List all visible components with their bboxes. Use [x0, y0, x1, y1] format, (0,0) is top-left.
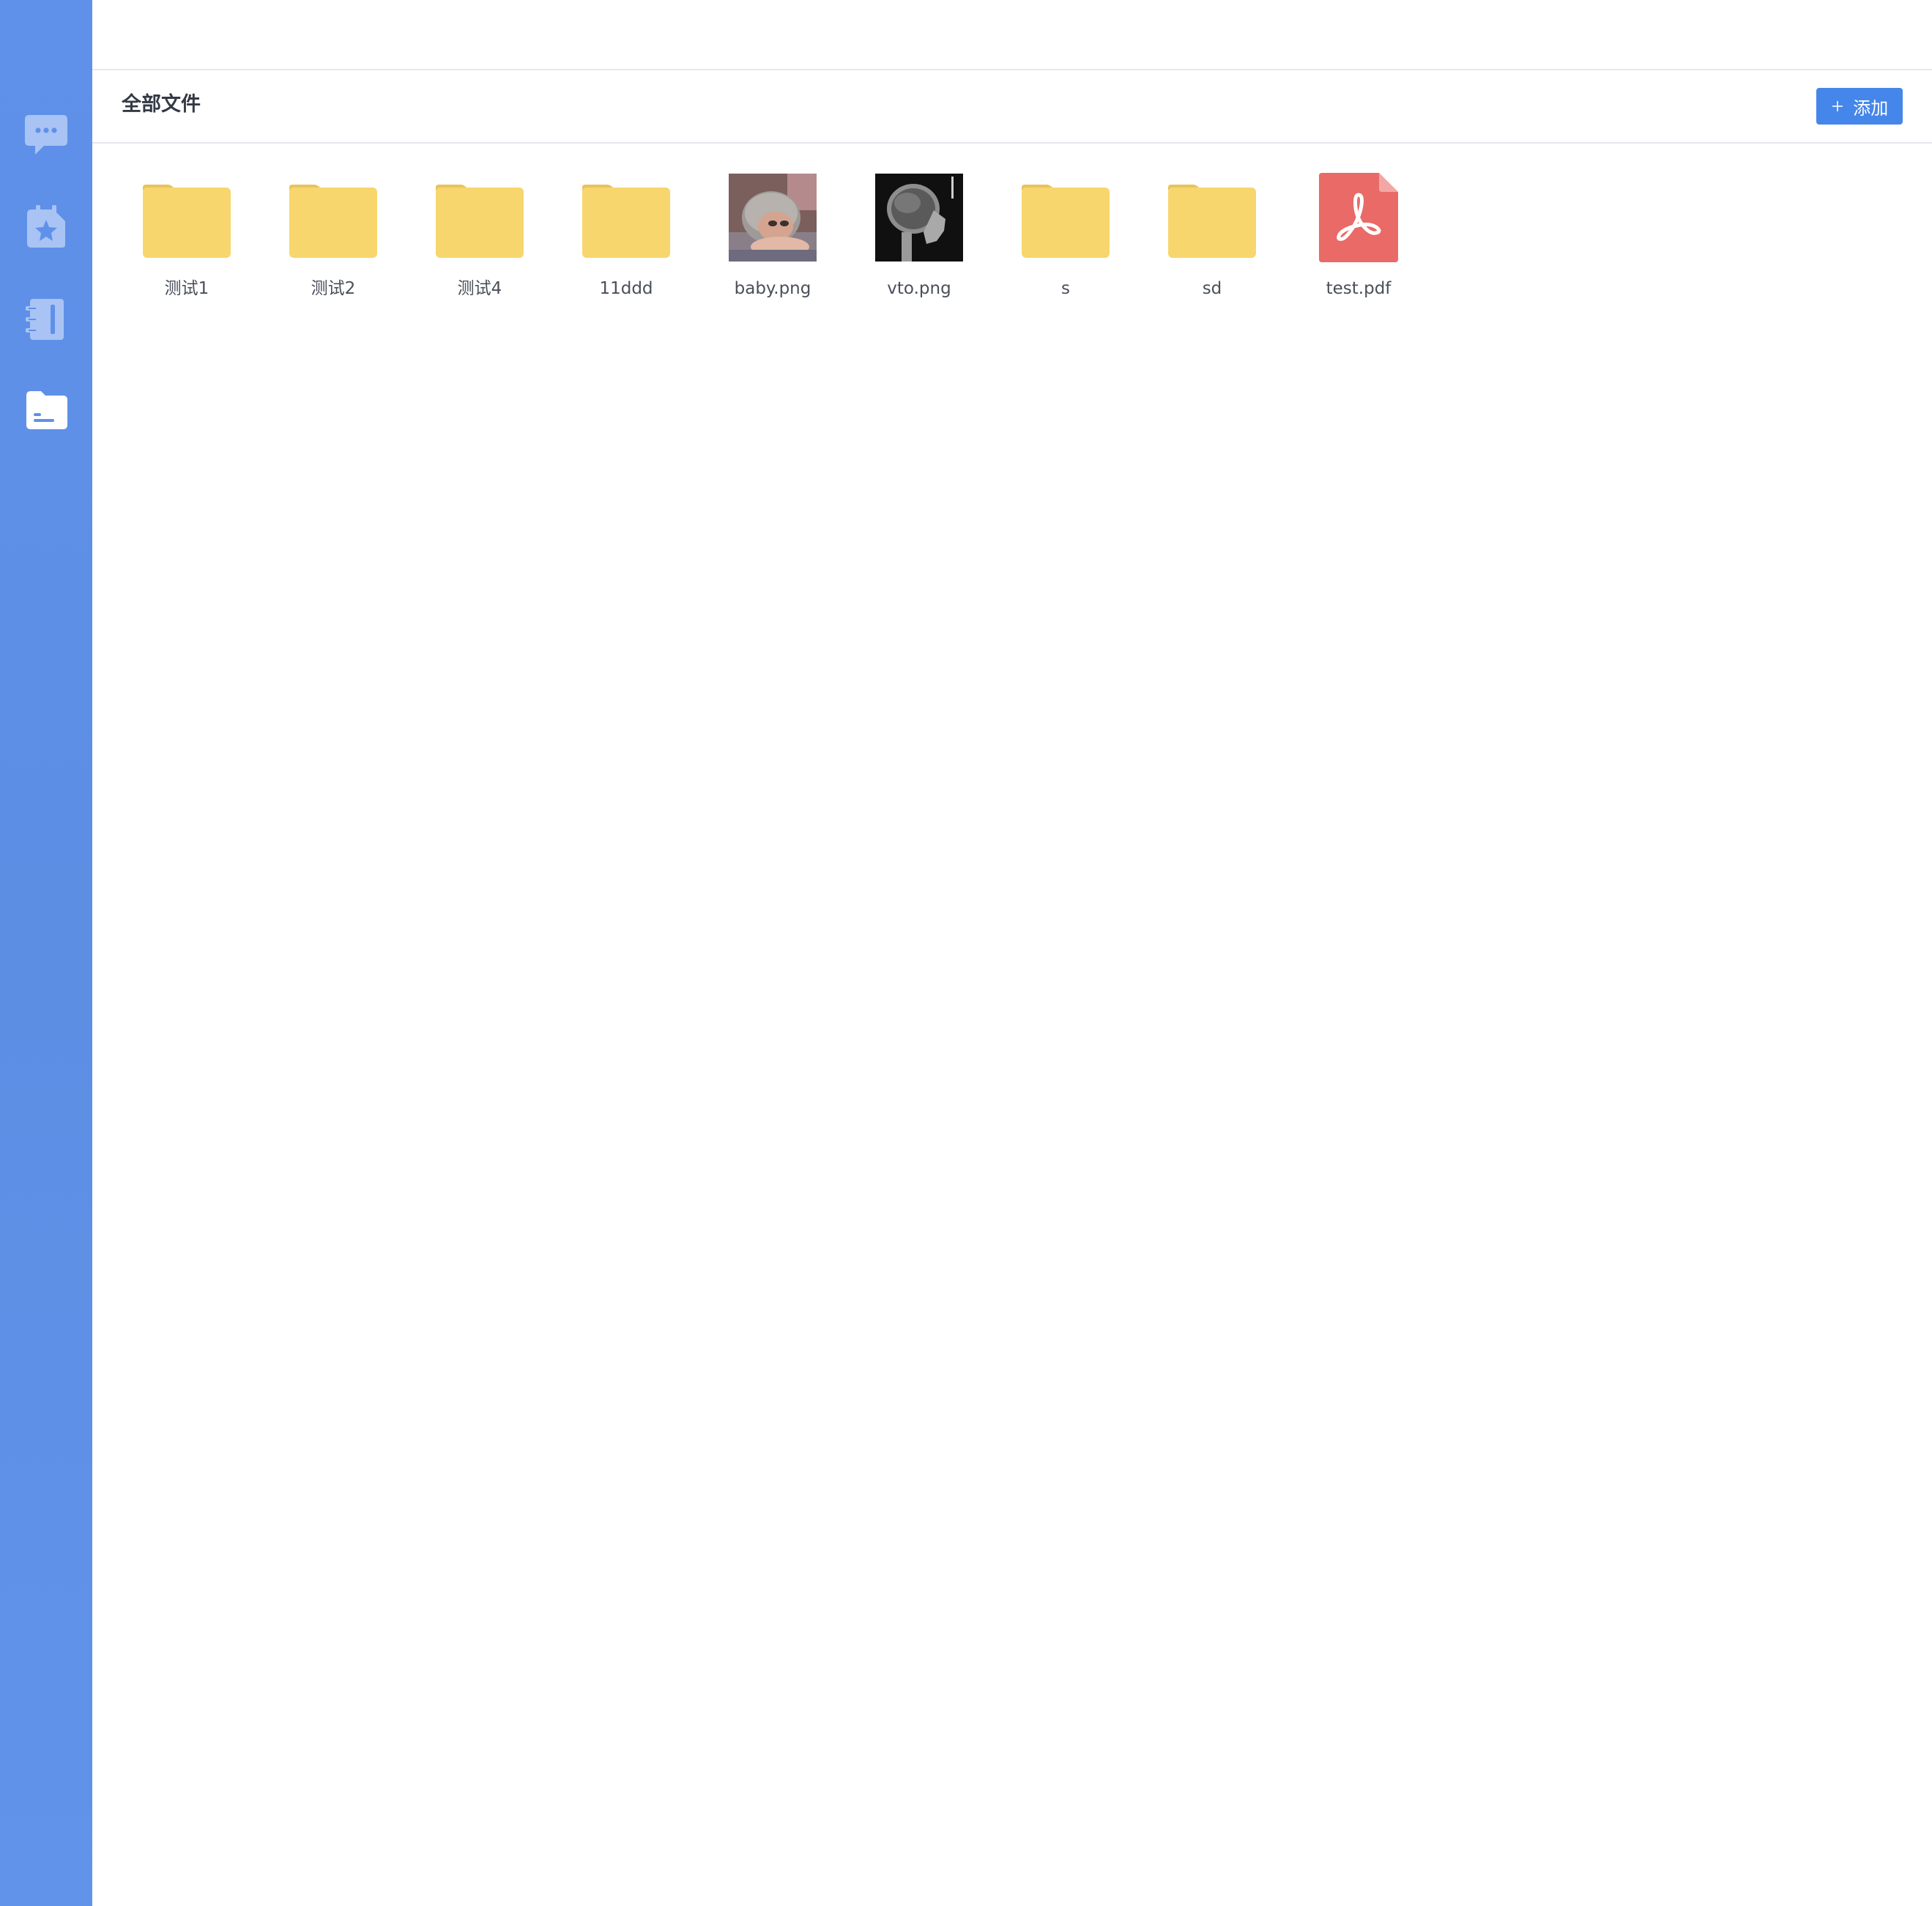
notebook-icon [26, 299, 64, 340]
chat-bubble-icon [25, 115, 67, 155]
folder-icon [143, 173, 231, 262]
file-item[interactable]: sd [1139, 173, 1285, 305]
folder-file-icon [26, 391, 67, 429]
file-name: 测试1 [164, 279, 209, 298]
sidebar-item-notebook[interactable] [0, 283, 92, 356]
sidebar-item-files[interactable] [0, 374, 92, 447]
file-name: baby.png [734, 279, 811, 298]
file-item[interactable]: 测试2 [260, 173, 406, 305]
file-name: sd [1202, 279, 1222, 298]
file-name: vto.png [887, 279, 951, 298]
file-item[interactable]: vto.png [846, 173, 992, 305]
file-item[interactable]: s [992, 173, 1139, 305]
sidebar-item-starred[interactable] [0, 190, 92, 264]
image-thumbnail [875, 173, 963, 262]
folder-icon [1168, 173, 1256, 262]
file-item[interactable]: 11ddd [553, 173, 699, 305]
folder-icon [436, 173, 524, 262]
pdf-file-icon [1315, 173, 1402, 262]
star-tag-icon [27, 205, 65, 248]
top-bar [92, 0, 1932, 70]
add-button-label: 添加 [1853, 97, 1889, 119]
folder-icon [289, 173, 377, 262]
file-name: s [1061, 279, 1070, 298]
sidebar-item-messages[interactable] [0, 98, 92, 171]
subheader: 全部文件 + 添加 [92, 70, 1932, 144]
folder-icon [582, 173, 670, 262]
sidebar [0, 0, 92, 1906]
plus-icon: + [1830, 97, 1845, 116]
file-name: test.pdf [1326, 279, 1392, 298]
file-name: 测试4 [457, 279, 502, 298]
file-item[interactable]: 测试1 [114, 173, 260, 305]
folder-icon [1022, 173, 1110, 262]
file-item[interactable]: 测试4 [406, 173, 553, 305]
app-window: 全部文件 + 添加 测试1 测试2 测试4 11ddd baby.png vto… [0, 0, 1932, 1906]
add-button[interactable]: + 添加 [1816, 88, 1903, 125]
image-thumbnail [729, 173, 817, 262]
file-name: 11ddd [599, 279, 653, 298]
page-title: 全部文件 [122, 93, 201, 116]
file-name: 测试2 [311, 279, 356, 298]
file-item[interactable]: baby.png [699, 173, 846, 305]
file-item[interactable]: test.pdf [1285, 173, 1432, 305]
